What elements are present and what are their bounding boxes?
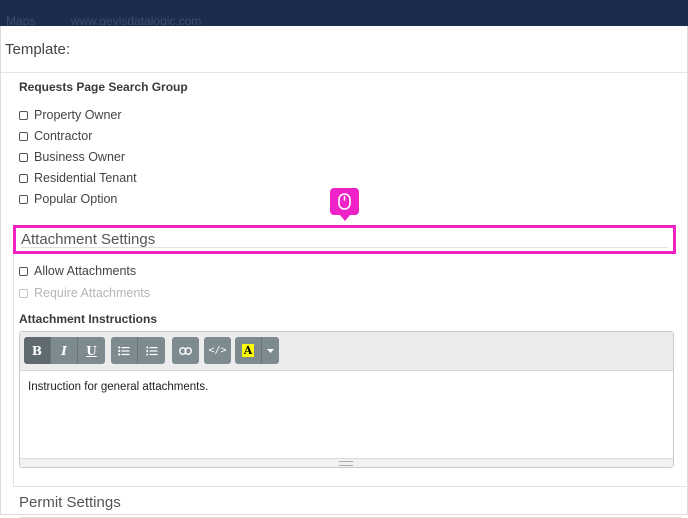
checkbox-label: Allow Attachments [34,264,137,278]
numbered-list-icon [146,346,157,355]
topbar-link-maps[interactable]: Maps [6,14,35,26]
editor-toolbar: B I U </> A [20,332,673,371]
checkbox-label: Popular Option [34,192,118,206]
permit-settings-header[interactable]: Permit Settings [13,486,686,518]
topbar-link-website[interactable]: www.gevisdatalogic.com [71,14,202,26]
checkbox-residential-tenant[interactable]: Residential Tenant [19,170,137,186]
link-button-group [172,337,199,364]
code-view-button[interactable]: </> [204,337,231,364]
attachment-settings-header[interactable]: Attachment Settings [13,225,676,254]
template-title: Template: [5,41,71,58]
text-color-icon: A [242,344,254,357]
checkbox-box[interactable] [19,110,28,120]
checkbox-label: Residential Tenant [34,171,137,185]
numbered-list-button[interactable] [138,337,165,364]
checkbox-popular-option[interactable]: Popular Option [19,191,117,207]
text-color-dropdown[interactable] [262,337,279,364]
template-panel: Template: Requests Page Search Group Pro… [0,26,688,518]
top-navigation-bar: Maps www.gevisdatalogic.com [0,0,688,26]
bold-button[interactable]: B [24,337,51,364]
divider [21,247,668,248]
editor-content[interactable]: Instruction for general attachments. [28,381,208,393]
checkbox-box[interactable] [19,266,28,276]
attachment-settings-title: Attachment Settings [21,231,156,248]
underline-button[interactable]: U [78,337,105,364]
checkbox-box [19,288,28,298]
dropdown-caret-icon [267,348,274,353]
italic-button[interactable]: I [51,337,78,364]
checkbox-allow-attachments[interactable]: Allow Attachments [19,263,136,279]
checkbox-business-owner[interactable]: Business Owner [19,149,125,165]
link-button[interactable] [172,337,199,364]
text-color-button[interactable]: A [235,337,262,364]
checkbox-box[interactable] [19,194,28,204]
code-button-group: </> [204,337,231,364]
mouse-click-indicator [330,188,359,221]
link-icon [179,346,192,355]
checkbox-box[interactable] [19,131,28,141]
editor-resize-handle[interactable] [20,458,673,467]
checkbox-contractor[interactable]: Contractor [19,128,92,144]
bullet-list-icon [118,345,130,356]
list-button-group [111,337,165,364]
format-button-group: B I U [24,337,105,364]
mouse-icon [338,193,351,210]
bullet-list-button[interactable] [111,337,138,364]
attachment-instructions-label: Attachment Instructions [19,312,158,326]
checkbox-label: Property Owner [34,108,122,122]
template-header: Template: [1,26,687,73]
permit-settings-title: Permit Settings [19,494,121,511]
color-button-group: A [235,337,279,364]
resize-grip-icon [339,461,353,466]
checkbox-property-owner[interactable]: Property Owner [19,107,122,123]
checkbox-label: Require Attachments [34,286,151,300]
rich-text-editor[interactable]: B I U </> A Instruction for general atta… [19,331,674,468]
checkbox-label: Business Owner [34,150,126,164]
checkbox-box[interactable] [19,173,28,183]
checkbox-box[interactable] [19,152,28,162]
topbar-faded-links: Maps www.gevisdatalogic.com [0,14,201,26]
checkbox-label: Contractor [34,129,93,143]
checkbox-require-attachments: Require Attachments [19,285,150,301]
requests-group-label: Requests Page Search Group [19,80,188,94]
